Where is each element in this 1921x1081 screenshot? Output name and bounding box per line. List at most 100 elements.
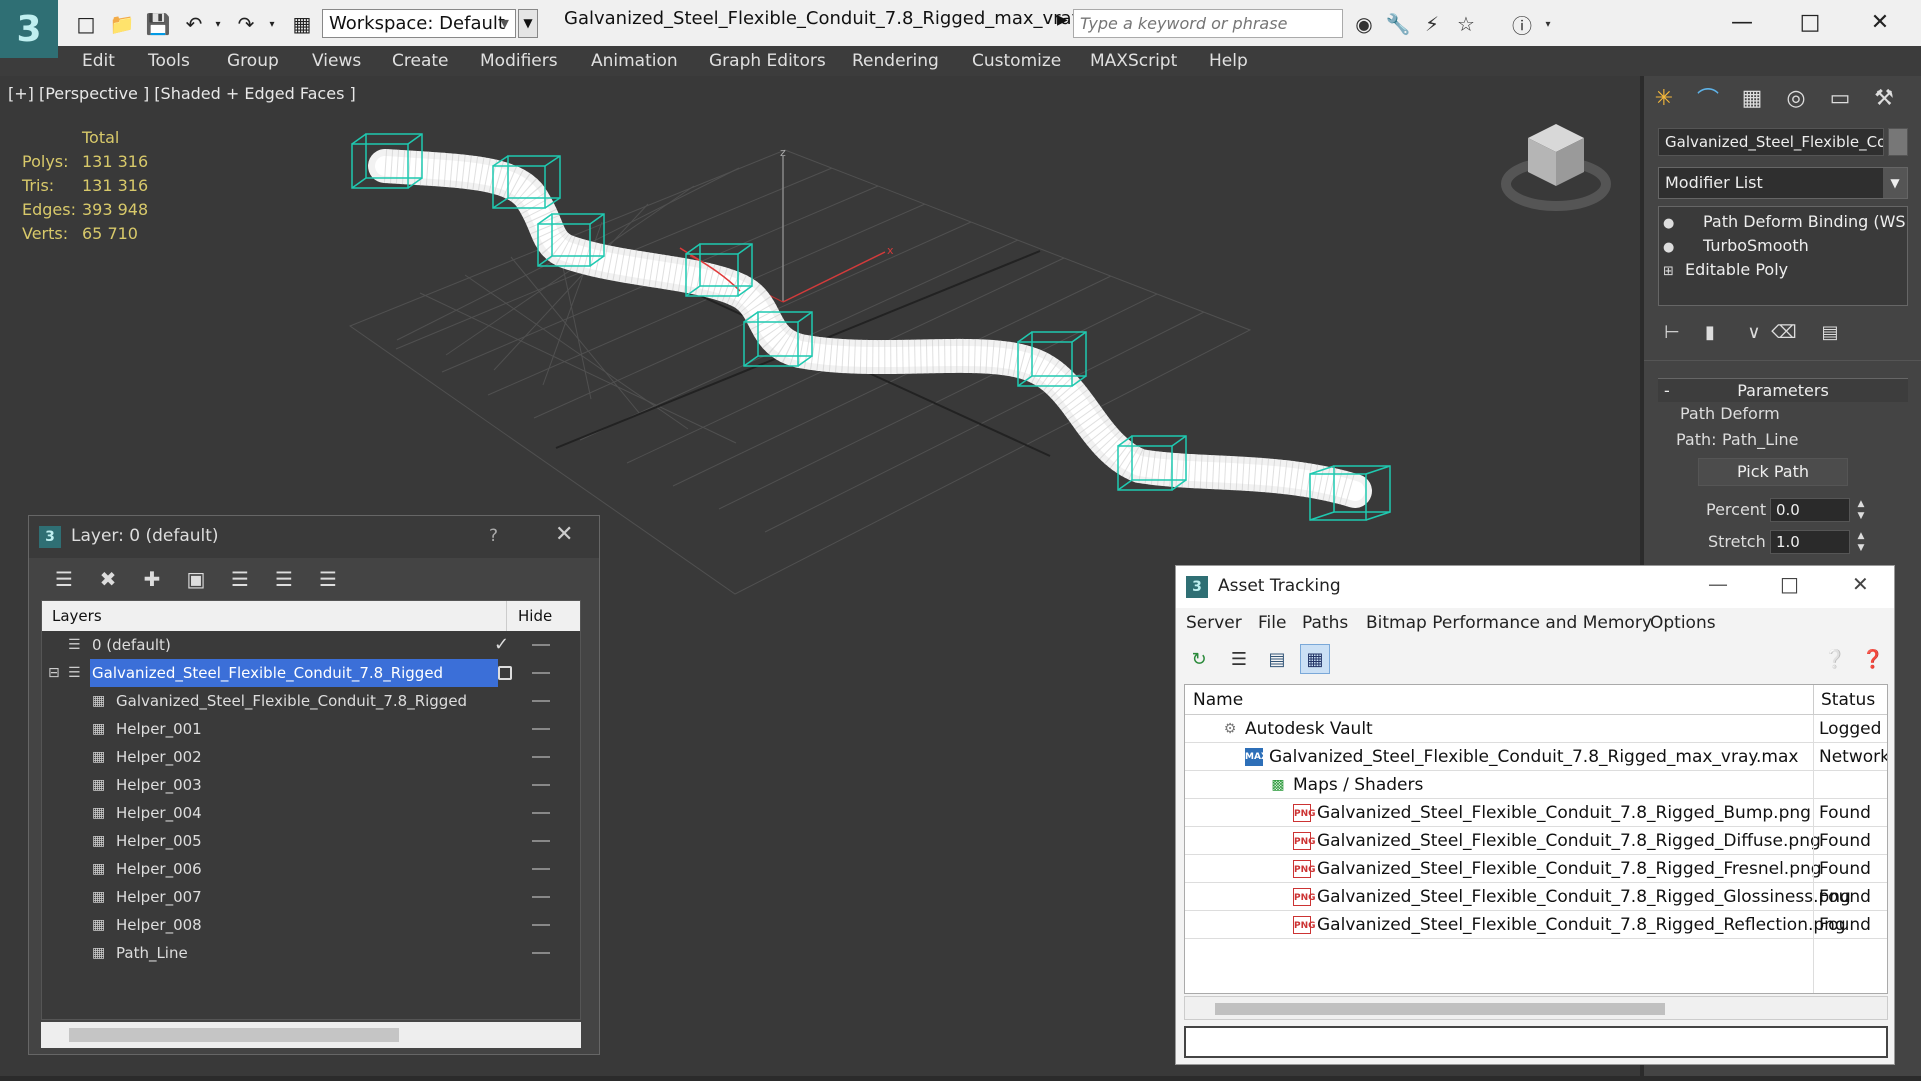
horizontal-scrollbar[interactable] bbox=[41, 1022, 581, 1048]
delete-layer-icon[interactable]: ✖ bbox=[91, 562, 125, 596]
save-file-icon[interactable]: 💾 bbox=[144, 10, 172, 38]
redo-dropdown-icon[interactable]: ▾ bbox=[258, 10, 286, 38]
menu-customize[interactable]: Customize bbox=[972, 46, 1061, 76]
active-layer-check-icon[interactable]: ✓ bbox=[494, 631, 509, 659]
minimize-button[interactable]: — bbox=[1708, 572, 1728, 596]
percent-spinner[interactable]: 0.0 bbox=[1770, 498, 1850, 522]
menu-server[interactable]: Server bbox=[1186, 608, 1242, 638]
new-file-icon[interactable]: □ bbox=[72, 10, 100, 38]
object-row[interactable]: ▦ Helper_005 bbox=[42, 827, 580, 855]
highlight-layer-icon[interactable]: ☰ bbox=[223, 562, 257, 596]
hide-toggle[interactable] bbox=[532, 952, 550, 954]
stack-item-turbosmooth[interactable]: ● TurboSmooth bbox=[1663, 235, 1903, 257]
asset-dialog-titlebar[interactable]: 3 Asset Tracking — □ ✕ bbox=[1176, 566, 1894, 608]
asset-row-png[interactable]: PNG Galvanized_Steel_Flexible_Conduit_7.8… bbox=[1185, 855, 1887, 883]
hide-toggle[interactable] bbox=[532, 700, 550, 702]
hide-toggle[interactable] bbox=[532, 784, 550, 786]
horizontal-scrollbar[interactable] bbox=[1184, 996, 1888, 1020]
object-color-swatch[interactable] bbox=[1888, 128, 1908, 156]
hide-toggle[interactable] bbox=[532, 672, 550, 674]
object-name-field[interactable]: Galvanized_Steel_Flexible_Condu bbox=[1658, 128, 1884, 156]
redo-icon[interactable]: ↷ bbox=[232, 10, 260, 38]
asset-path-field[interactable] bbox=[1184, 1026, 1888, 1058]
menu-animation[interactable]: Animation bbox=[591, 46, 678, 76]
menu-edit[interactable]: Edit bbox=[82, 46, 115, 76]
tree-view-icon[interactable]: ▤ bbox=[1262, 644, 1292, 674]
layer-dialog-titlebar[interactable]: 3 Layer: 0 (default) ? ✕ bbox=[29, 516, 599, 558]
object-row[interactable]: ▦ Helper_001 bbox=[42, 715, 580, 743]
maximize-button[interactable]: □ bbox=[1780, 572, 1799, 596]
asset-row-png[interactable]: PNG Galvanized_Steel_Flexible_Conduit_7.8… bbox=[1185, 827, 1887, 855]
spinner-arrows-icon[interactable]: ▲ ▼ bbox=[1854, 530, 1868, 554]
remove-modifier-icon[interactable]: ⌫ bbox=[1768, 316, 1800, 348]
play-arrow-icon[interactable]: ▶ bbox=[1057, 12, 1068, 28]
search-input[interactable] bbox=[1073, 9, 1343, 38]
asset-row-vault[interactable]: ⚙Autodesk VaultLogged Out bbox=[1185, 715, 1887, 743]
lightbulb-icon[interactable]: ● bbox=[1663, 237, 1685, 259]
asset-row-png[interactable]: PNG Galvanized_Steel_Flexible_Conduit_7.8… bbox=[1185, 799, 1887, 827]
stretch-spinner[interactable]: 1.0 bbox=[1770, 530, 1850, 554]
stack-item-path-deform[interactable]: ● Path Deform Binding (WS bbox=[1663, 211, 1906, 233]
object-row[interactable]: ▦ Galvanized_Steel_Flexible_Conduit_7.8_R… bbox=[42, 687, 580, 715]
menu-views[interactable]: Views bbox=[312, 46, 361, 76]
asset-row-png[interactable]: PNG Galvanized_Steel_Flexible_Conduit_7.8… bbox=[1185, 883, 1887, 911]
hide-column-header[interactable]: Hide bbox=[518, 601, 552, 631]
hierarchy-tab-icon[interactable]: ▦ bbox=[1736, 82, 1768, 114]
menu-paths[interactable]: Paths bbox=[1302, 608, 1348, 638]
binoculars-icon[interactable]: ◉ bbox=[1350, 10, 1378, 38]
display-tab-icon[interactable]: ▭ bbox=[1824, 82, 1856, 114]
hide-toggle[interactable] bbox=[532, 812, 550, 814]
menu-create[interactable]: Create bbox=[392, 46, 449, 76]
hide-toggle[interactable] bbox=[532, 840, 550, 842]
subscription-icon[interactable]: ⚡ bbox=[1418, 10, 1446, 38]
workspace-dropdown[interactable]: Workspace: Default ▼ bbox=[322, 9, 516, 38]
object-row[interactable]: ▦ Helper_008 bbox=[42, 911, 580, 939]
menu-graph-editors[interactable]: Graph Editors bbox=[709, 46, 826, 76]
asset-row-max-file[interactable]: MAX Galvanized_Steel_Flexible_Conduit_7.8… bbox=[1185, 743, 1887, 771]
utilities-tab-icon[interactable]: ⚒ bbox=[1868, 82, 1900, 114]
pick-path-button[interactable]: Pick Path bbox=[1698, 458, 1848, 486]
help-icon[interactable]: ❔ bbox=[1820, 644, 1850, 674]
menu-modifiers[interactable]: Modifiers bbox=[480, 46, 558, 76]
object-row[interactable]: ▦ Path_Line bbox=[42, 939, 580, 967]
hide-toggle[interactable] bbox=[532, 728, 550, 730]
stack-item-editable-poly[interactable]: ⊞ Editable Poly bbox=[1663, 259, 1903, 281]
layer-row-conduit[interactable]: ⊟ ☰ Galvanized_Steel_Flexible_Conduit_7.8_… bbox=[42, 659, 580, 687]
app-logo-icon[interactable]: 3 bbox=[0, 0, 58, 58]
create-tab-icon[interactable]: ✳ bbox=[1648, 82, 1680, 114]
asset-row-png[interactable]: PNG Galvanized_Steel_Flexible_Conduit_7.8… bbox=[1185, 911, 1887, 939]
viewport-label[interactable]: [+] [Perspective ] [Shaded + Edged Faces… bbox=[8, 84, 356, 103]
hide-toggle[interactable] bbox=[532, 868, 550, 870]
hide-toggle[interactable] bbox=[532, 756, 550, 758]
asset-row-maps[interactable]: ▩ Maps / Shaders bbox=[1185, 771, 1887, 799]
collapse-minus-icon[interactable]: ⊟ bbox=[48, 659, 60, 687]
maximize-button[interactable]: □ bbox=[1782, 4, 1838, 40]
hide-toggle[interactable] bbox=[532, 644, 550, 646]
help-dropdown-icon[interactable]: ▾ bbox=[1534, 10, 1562, 38]
status-column-header[interactable]: Status bbox=[1821, 685, 1875, 715]
add-layer-icon[interactable]: ✚ bbox=[135, 562, 169, 596]
modifier-list-dropdown[interactable]: Modifier List ▼ bbox=[1658, 167, 1908, 199]
menu-tools[interactable]: Tools bbox=[148, 46, 190, 76]
workspace-more-icon[interactable]: ▼ bbox=[518, 9, 538, 38]
hide-toggle[interactable] bbox=[532, 896, 550, 898]
object-row[interactable]: ▦ Helper_007 bbox=[42, 883, 580, 911]
menu-file[interactable]: File bbox=[1258, 608, 1286, 638]
freeze-layer-icon[interactable]: ☰ bbox=[311, 562, 345, 596]
object-row[interactable]: ▦ Helper_006 bbox=[42, 855, 580, 883]
object-row[interactable]: ▦ Helper_003 bbox=[42, 771, 580, 799]
scrollbar-thumb[interactable] bbox=[1215, 1003, 1665, 1015]
minimize-button[interactable]: — bbox=[1714, 4, 1770, 40]
scrollbar-thumb[interactable] bbox=[69, 1028, 399, 1042]
close-button[interactable]: ✕ bbox=[1852, 572, 1869, 596]
menu-group[interactable]: Group bbox=[227, 46, 279, 76]
table-view-icon[interactable]: ▦ bbox=[1300, 644, 1330, 674]
help-button[interactable]: ? bbox=[489, 526, 498, 546]
close-button[interactable]: ✕ bbox=[1852, 4, 1908, 40]
motion-tab-icon[interactable]: ◎ bbox=[1780, 82, 1812, 114]
context-help-icon[interactable]: ❓ bbox=[1858, 644, 1888, 674]
hide-layer-icon[interactable]: ☰ bbox=[267, 562, 301, 596]
set-active-layer-icon[interactable] bbox=[498, 666, 512, 680]
viewcube-icon[interactable] bbox=[1500, 116, 1612, 216]
help-icon[interactable]: ⓘ bbox=[1508, 10, 1536, 38]
